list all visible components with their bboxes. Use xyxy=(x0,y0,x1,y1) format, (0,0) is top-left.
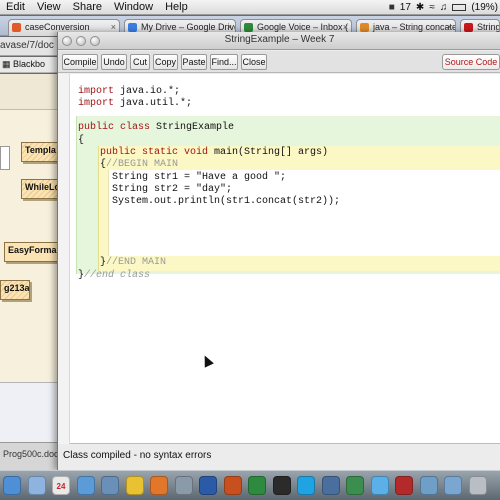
dock-photobooth-icon[interactable] xyxy=(395,476,413,495)
compile-status-message: Class compiled - no syntax errors xyxy=(63,450,212,461)
menu-bar-status: ■ 17 ✱ ≈ ♫ (19%) xyxy=(389,0,498,15)
menu-view[interactable]: View xyxy=(31,0,67,15)
editor-window: StringExample – Week 7 Compile Undo Cut … xyxy=(57,32,500,470)
bluej-class-diagram: Templa WhileLo EasyForma g213a xyxy=(0,74,58,442)
dock-preview-icon[interactable] xyxy=(174,476,193,495)
dock-word-icon[interactable] xyxy=(199,476,217,495)
code-text: import java.io.*; import java.util.*; pu… xyxy=(70,74,500,444)
view-mode-select[interactable]: Source Code xyxy=(442,54,500,70)
code-line-import-util: import java.util.*; xyxy=(78,98,193,109)
menu-help[interactable]: Help xyxy=(159,0,194,15)
code-line-class-decl: public class StringExample xyxy=(78,122,235,133)
editor-toolbar: Compile Undo Cut Copy Paste Find... Clos… xyxy=(58,51,500,73)
recording-icon[interactable]: ■ xyxy=(389,2,395,13)
code-line-end-class: }//end class xyxy=(78,270,151,281)
close-button[interactable]: Close xyxy=(241,54,267,70)
code-line-end-main: }//END MAIN xyxy=(100,257,167,268)
tab-favicon xyxy=(360,23,369,32)
dock-trash-icon[interactable] xyxy=(468,476,487,495)
cut-button[interactable]: Cut xyxy=(130,54,150,70)
class-box-whilelo[interactable]: WhileLo xyxy=(21,179,57,199)
file-label[interactable]: Prog500c.doc xyxy=(3,449,59,459)
menu-bar: Edit View Share Window Help ■ 17 ✱ ≈ ♫ (… xyxy=(0,0,500,15)
code-editor[interactable]: import java.io.*; import java.util.*; pu… xyxy=(58,74,500,444)
dock-finder-icon[interactable] xyxy=(3,476,21,495)
battery-percent: (19%) xyxy=(471,2,498,13)
window-title: StringExample – Week 7 xyxy=(224,34,335,45)
volume-icon[interactable]: ♫ xyxy=(440,2,448,13)
code-line-str2: String str2 = "day"; xyxy=(112,184,233,195)
window-title-bar[interactable]: StringExample – Week 7 xyxy=(58,32,500,50)
code-line-class-open: { xyxy=(78,135,85,146)
paste-button[interactable]: Paste xyxy=(181,54,207,70)
menu-edit[interactable]: Edit xyxy=(0,0,31,15)
dock-downloads-icon[interactable] xyxy=(444,476,462,495)
dock-terminal-icon[interactable] xyxy=(272,476,291,495)
status-bar: Class compiled - no syntax errors xyxy=(58,445,500,470)
compile-button[interactable]: Compile xyxy=(62,54,98,70)
bluej-object-bench xyxy=(0,382,57,442)
bluetooth-icon[interactable]: ✱ xyxy=(416,2,424,13)
find-button[interactable]: Find... xyxy=(210,54,238,70)
code-line-println: System.out.println(str1.concat(str2)); xyxy=(112,196,341,207)
battery-icon[interactable] xyxy=(452,4,467,11)
class-box-easyforma[interactable]: EasyForma xyxy=(4,242,57,262)
code-line-str1: String str1 = "Have a good "; xyxy=(112,172,287,183)
code-line-import-io: import java.io.*; xyxy=(78,86,181,97)
copy-button[interactable]: Copy xyxy=(153,54,178,70)
dock-excel-icon[interactable] xyxy=(248,476,266,495)
document-icon xyxy=(0,146,10,170)
code-line-begin-main: {//BEGIN MAIN xyxy=(100,159,179,170)
calendar-day: 24 xyxy=(56,482,66,491)
dock-powerpoint-icon[interactable] xyxy=(223,476,242,495)
bookmark-item[interactable]: ▦ Blackbo xyxy=(2,59,45,70)
tab-favicon xyxy=(464,23,473,32)
dock-itunes-store-icon[interactable] xyxy=(370,476,389,495)
url-text: avase/7/doc xyxy=(0,40,54,51)
dock-mail-icon[interactable] xyxy=(27,476,46,495)
class-box-templa[interactable]: Templa xyxy=(21,142,57,162)
dock-skype-icon[interactable] xyxy=(297,476,315,495)
dock-folder-icon[interactable] xyxy=(419,476,438,495)
bluej-toolbar xyxy=(0,74,57,110)
calendar-status[interactable]: 17 xyxy=(400,2,411,13)
tab-favicon xyxy=(12,23,21,32)
dock-iphoto-icon[interactable] xyxy=(101,476,119,495)
menu-share[interactable]: Share xyxy=(67,0,108,15)
undo-button[interactable]: Undo xyxy=(101,54,127,70)
dock-firefox-icon[interactable] xyxy=(150,476,168,495)
editor-gutter xyxy=(58,74,70,444)
class-box-g213a[interactable]: g213a xyxy=(0,280,30,300)
dock-itunes-icon[interactable] xyxy=(76,476,95,495)
dock-calendar-icon[interactable]: 24 xyxy=(52,476,70,495)
dock-camtasia-icon[interactable] xyxy=(346,476,364,495)
wifi-icon[interactable]: ≈ xyxy=(429,2,435,13)
tab-favicon xyxy=(128,23,137,32)
menu-window[interactable]: Window xyxy=(108,0,159,15)
tab-favicon xyxy=(244,23,253,32)
dock: 24 xyxy=(0,470,500,500)
code-line-main-decl: public static void main(String[] args) xyxy=(100,147,329,158)
dock-bluej-icon[interactable] xyxy=(321,476,340,495)
dock-chrome-icon[interactable] xyxy=(125,476,144,495)
